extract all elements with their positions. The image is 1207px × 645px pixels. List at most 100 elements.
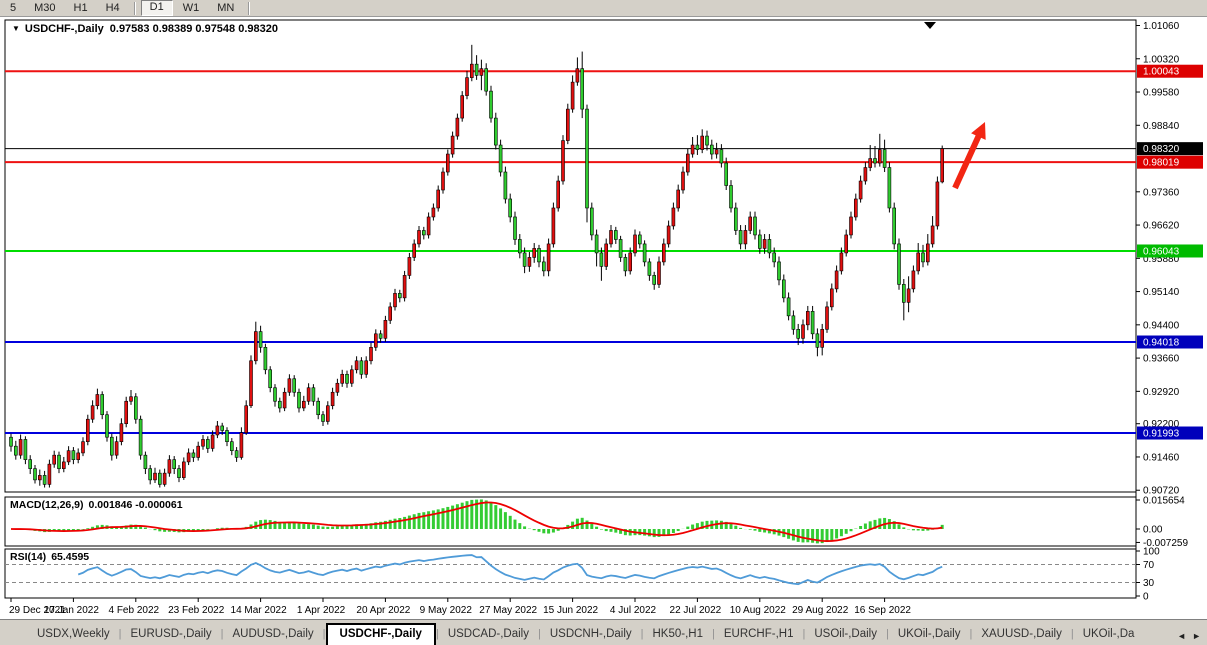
- candle-body: [782, 280, 785, 298]
- candle-body: [245, 406, 248, 433]
- candle-body: [744, 230, 747, 243]
- candle-body: [384, 320, 387, 338]
- candle-body: [912, 271, 915, 289]
- candle-body: [739, 230, 742, 243]
- symbol-tab-usoil-daily[interactable]: USOil-,Daily: [805, 625, 886, 645]
- candle-body: [331, 392, 334, 405]
- price-chart-svg: 1.010601.003200.995800.988400.973600.966…: [0, 0, 1207, 645]
- candle-body: [91, 406, 94, 419]
- candle-body: [115, 442, 118, 455]
- symbol-tab-audusd-daily[interactable]: AUDUSD-,Daily: [224, 625, 323, 645]
- candle-body: [394, 293, 397, 306]
- candle-body: [883, 150, 886, 168]
- candle-body: [907, 289, 910, 302]
- symbol-tab-usdcad-daily[interactable]: USDCAD-,Daily: [439, 625, 538, 645]
- date-axis-label: 9 May 2022: [420, 605, 473, 616]
- candle-body: [715, 150, 718, 154]
- candle-body: [293, 379, 296, 392]
- macd-axis-label: 0.015654: [1143, 496, 1185, 507]
- candle-body: [322, 415, 325, 422]
- symbol-tab-ukoil-da[interactable]: UKOil-,Da: [1074, 625, 1144, 645]
- candle-body: [653, 275, 656, 284]
- candle-body: [864, 168, 867, 181]
- candle-body: [835, 271, 838, 289]
- chart-title: ▼USDCHF-,Daily0.97583 0.98389 0.97548 0.…: [12, 23, 278, 35]
- price-level-badge-label: 0.96043: [1143, 246, 1180, 257]
- price-level-badge-label: 0.98320: [1143, 144, 1180, 155]
- candle-body: [552, 208, 555, 244]
- price-axis-tick-label: 1.01060: [1143, 21, 1180, 32]
- candle-body: [173, 460, 176, 469]
- candle-body: [566, 109, 569, 140]
- candle-body: [192, 453, 195, 457]
- candle-body: [629, 253, 632, 271]
- candle-body: [125, 401, 128, 423]
- candle-body: [461, 96, 464, 118]
- candle-body: [638, 235, 641, 244]
- macd-name: MACD(12,26,9): [10, 499, 84, 511]
- candle-body: [869, 159, 872, 168]
- candle-body: [778, 262, 781, 280]
- candle-body: [854, 199, 857, 217]
- candle-body: [586, 109, 589, 208]
- candle-body: [898, 244, 901, 284]
- candle-body: [451, 136, 454, 154]
- date-axis-label: 16 Sep 2022: [854, 605, 911, 616]
- candle-body: [691, 145, 694, 154]
- candle-body: [874, 159, 877, 163]
- candle-body: [730, 186, 733, 208]
- candle-body: [677, 190, 680, 208]
- symbol-tab-usdchf-daily[interactable]: USDCHF-,Daily: [326, 623, 436, 645]
- price-axis-tick-label: 0.95140: [1143, 287, 1180, 298]
- candle-body: [802, 325, 805, 338]
- candle-body: [259, 332, 262, 348]
- candle-body: [701, 136, 704, 149]
- candle-body: [254, 332, 257, 361]
- symbol-tab-usdx-weekly[interactable]: USDX,Weekly: [28, 625, 119, 645]
- candle-body: [67, 451, 70, 462]
- candle-body: [317, 401, 320, 414]
- candle-body: [446, 154, 449, 172]
- price-axis-tick-label: 0.94400: [1143, 320, 1180, 331]
- candle-body: [504, 172, 507, 199]
- candle-body: [926, 244, 929, 262]
- candle-body: [346, 374, 349, 383]
- main-chart-frame: [5, 20, 1136, 492]
- candle-body: [571, 82, 574, 109]
- candle-body: [734, 208, 737, 230]
- candle-body: [101, 394, 104, 414]
- symbol-tab-eurusd-daily[interactable]: EURUSD-,Daily: [122, 625, 221, 645]
- rsi-axis-label: 30: [1143, 578, 1155, 589]
- candle-body: [922, 253, 925, 262]
- candle-body: [211, 435, 214, 448]
- candle-body: [144, 455, 147, 468]
- candle-body: [360, 361, 363, 374]
- symbol-dropdown-icon[interactable]: ▼: [12, 24, 20, 33]
- candle-body: [547, 244, 550, 271]
- tab-scroll-right-button[interactable]: ►: [1192, 631, 1201, 641]
- candle-body: [19, 439, 22, 455]
- symbol-tab-usdcnh-daily[interactable]: USDCNH-,Daily: [541, 625, 641, 645]
- candle-body: [475, 64, 478, 75]
- candle-body: [187, 453, 190, 462]
- symbol-tab-hk50-h1[interactable]: HK50-,H1: [643, 625, 712, 645]
- candle-body: [355, 361, 358, 370]
- candle-body: [466, 78, 469, 96]
- candle-body: [120, 424, 123, 442]
- candle-body: [82, 442, 85, 453]
- candle-body: [499, 145, 502, 172]
- price-axis-tick-label: 1.00320: [1143, 54, 1180, 65]
- candle-body: [53, 455, 56, 464]
- price-axis-tick-label: 0.93660: [1143, 354, 1180, 365]
- candle-body: [773, 253, 776, 262]
- tab-scroll-left-button[interactable]: ◄: [1177, 631, 1186, 641]
- symbol-tab-ukoil-daily[interactable]: UKOil-,Daily: [889, 625, 970, 645]
- date-axis-label: 15 Jun 2022: [543, 605, 598, 616]
- candle-body: [408, 257, 411, 275]
- candle-body: [643, 244, 646, 262]
- candle-body: [672, 208, 675, 226]
- candle-body: [480, 69, 483, 76]
- symbol-tab-eurchf-h1[interactable]: EURCHF-,H1: [715, 625, 803, 645]
- symbol-tab-xauusd-daily[interactable]: XAUUSD-,Daily: [972, 625, 1071, 645]
- candle-body: [619, 239, 622, 257]
